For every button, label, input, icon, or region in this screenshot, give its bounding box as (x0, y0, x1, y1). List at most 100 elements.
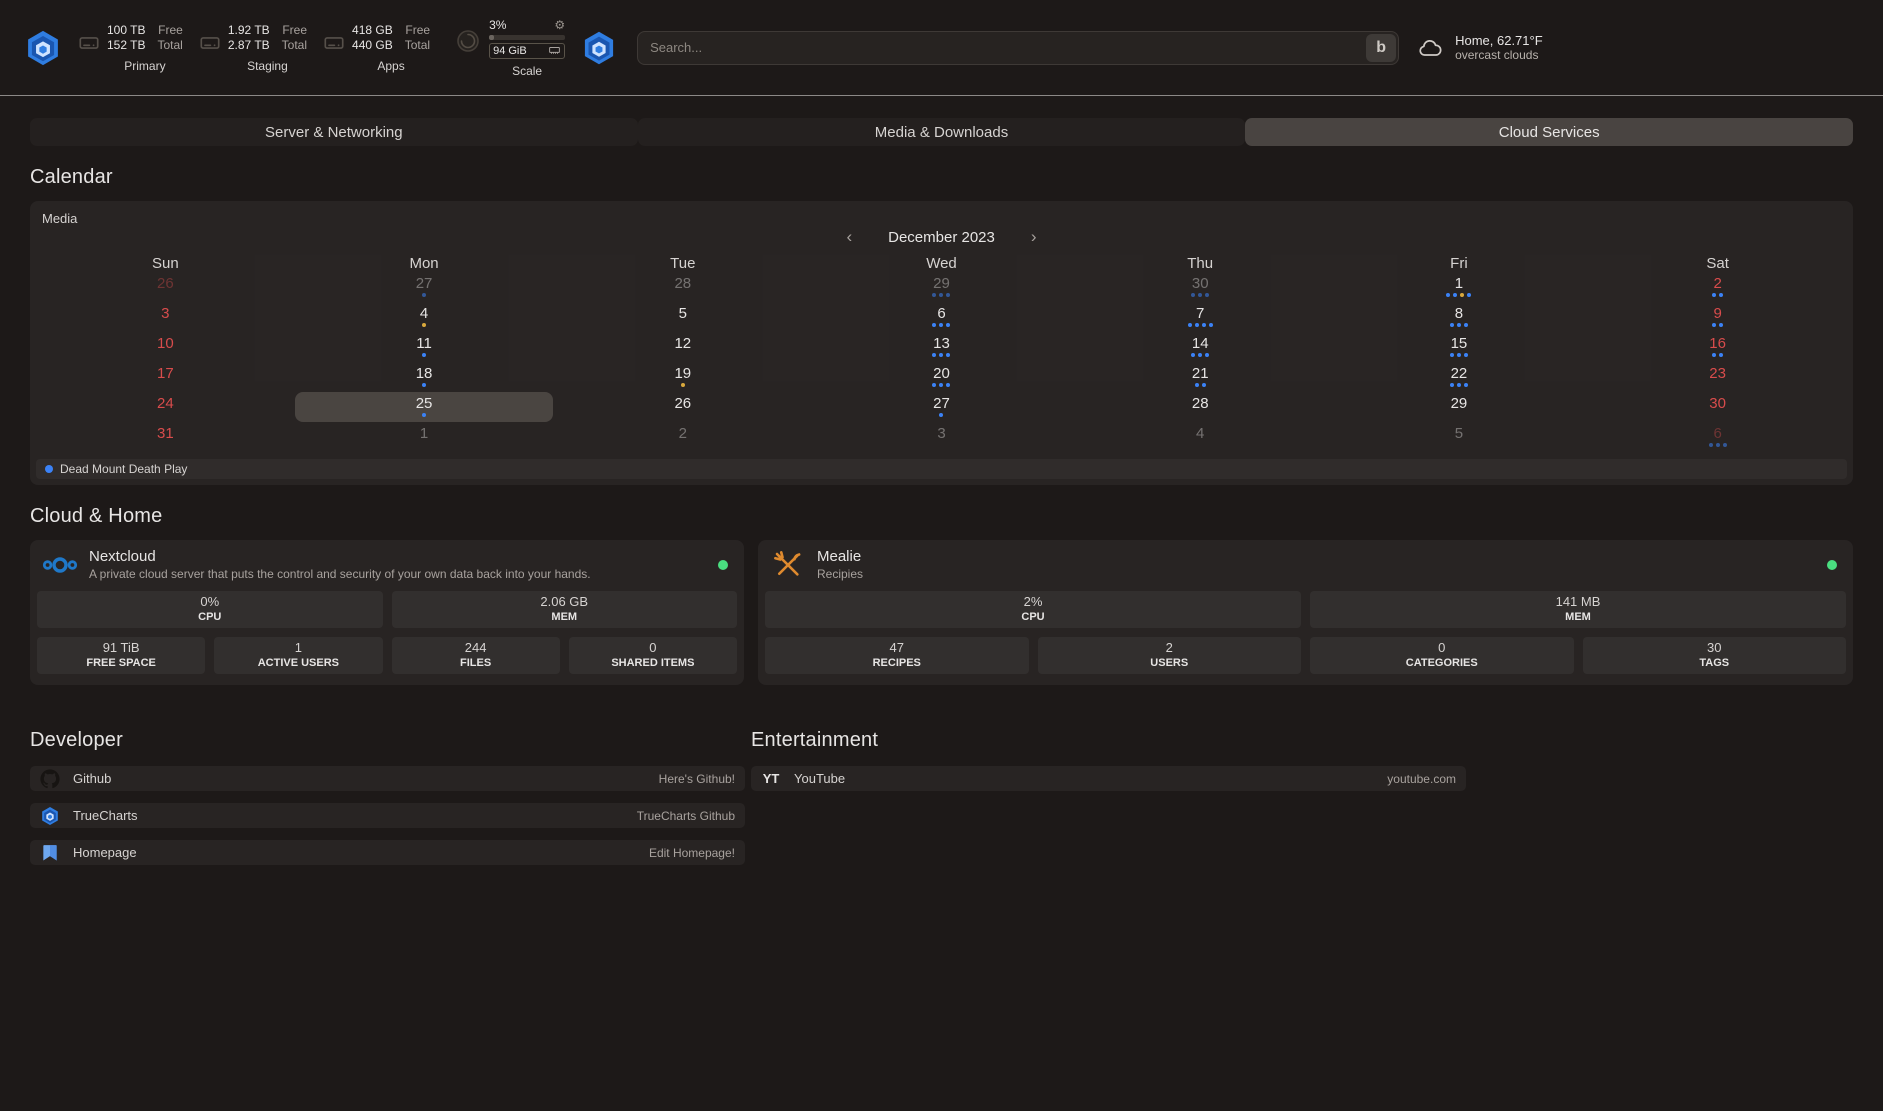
calendar-weekday-header: SunMonTueWedThuFriSat (36, 255, 1847, 272)
calendar-week: 24252627282930 (36, 392, 1847, 422)
calendar-day-9[interactable]: 9 (1588, 302, 1847, 332)
stat-categories: 0CATEGORIES (1310, 637, 1574, 674)
event-dot (946, 323, 950, 327)
calendar-day-16[interactable]: 16 (1588, 332, 1847, 362)
scale-widget-label: Scale (489, 64, 565, 78)
calendar-prev-button[interactable]: ‹ (846, 228, 852, 246)
stat-cpu: 0%CPU (37, 591, 383, 628)
calendar-day-4[interactable]: 4 (295, 302, 554, 332)
mealie-icon (770, 550, 806, 580)
stat-value: 1 (214, 640, 382, 656)
stat-value: 141 MB (1310, 594, 1846, 610)
event-dot (1450, 353, 1454, 357)
calendar-day-28[interactable]: 28 (1071, 392, 1330, 422)
calendar-day-6[interactable]: 6 (812, 302, 1071, 332)
stat-files: 244FILES (392, 637, 560, 674)
event-dot (1191, 353, 1195, 357)
calendar-day-2[interactable]: 2 (1588, 272, 1847, 302)
legend-dot (45, 465, 53, 473)
event-dot (1712, 323, 1716, 327)
calendar-next-button[interactable]: › (1031, 228, 1037, 246)
event-dot (939, 293, 943, 297)
bookmark-groups: Developer Github Here's Github! TrueChar… (30, 729, 1853, 877)
event-dot (1202, 383, 1206, 387)
calendar-day-23[interactable]: 23 (1588, 362, 1847, 392)
memory-usage-box: 94 GiB (489, 43, 565, 59)
calendar-day-18[interactable]: 18 (295, 362, 554, 392)
service-card-nextcloud[interactable]: Nextcloud A private cloud server that pu… (30, 540, 744, 685)
tab-server-networking[interactable]: Server & Networking (30, 118, 638, 146)
calendar-day-4[interactable]: 4 (1071, 422, 1330, 452)
weather-widget[interactable]: Home, 62.71°F overcast clouds (1415, 33, 1543, 62)
weekday-fri: Fri (1330, 255, 1589, 272)
bookmark-description: TrueCharts Github (637, 809, 735, 823)
calendar-day-27[interactable]: 27 (812, 392, 1071, 422)
stat-free-space: 91 TiBFREE SPACE (37, 637, 205, 674)
calendar-day-29[interactable]: 29 (1330, 392, 1589, 422)
calendar-day-22[interactable]: 22 (1330, 362, 1589, 392)
calendar-day-27[interactable]: 27 (295, 272, 554, 302)
weather-condition: overcast clouds (1455, 48, 1543, 62)
tab-cloud-services[interactable]: Cloud Services (1245, 118, 1853, 146)
calendar-day-13[interactable]: 13 (812, 332, 1071, 362)
calendar-day-19[interactable]: 19 (553, 362, 812, 392)
section-title-cloud-home: Cloud & Home (30, 505, 1853, 528)
storage-metric-label: Total (157, 38, 182, 53)
event-dot (681, 383, 685, 387)
calendar-day-31[interactable]: 31 (36, 422, 295, 452)
calendar-day-14[interactable]: 14 (1071, 332, 1330, 362)
calendar-day-26[interactable]: 26 (36, 272, 295, 302)
calendar-day-15[interactable]: 15 (1330, 332, 1589, 362)
calendar-day-5[interactable]: 5 (553, 302, 812, 332)
calendar-day-30[interactable]: 30 (1588, 392, 1847, 422)
service-card-mealie[interactable]: Mealie Recipies 2%CPU141 MBMEM 47RECIPES… (758, 540, 1853, 685)
calendar-day-3[interactable]: 3 (812, 422, 1071, 452)
calendar-day-24[interactable]: 24 (36, 392, 295, 422)
bookmark-homepage[interactable]: Homepage Edit Homepage! (30, 840, 745, 865)
calendar-day-30[interactable]: 30 (1071, 272, 1330, 302)
calendar-day-1[interactable]: 1 (1330, 272, 1589, 302)
calendar-day-20[interactable]: 20 (812, 362, 1071, 392)
calendar-day-1[interactable]: 1 (295, 422, 554, 452)
event-dot (1709, 443, 1713, 447)
storage-widget-name: Primary (107, 59, 183, 73)
bookmark-label: Homepage (73, 845, 137, 860)
service-status-dot (718, 560, 728, 570)
event-dot (1195, 323, 1199, 327)
event-dot (946, 293, 950, 297)
calendar-day-6[interactable]: 6 (1588, 422, 1847, 452)
stat-value: 91 TiB (37, 640, 205, 656)
calendar-day-8[interactable]: 8 (1330, 302, 1589, 332)
tab-media-downloads[interactable]: Media & Downloads (638, 118, 1246, 146)
calendar-day-11[interactable]: 11 (295, 332, 554, 362)
calendar-day-3[interactable]: 3 (36, 302, 295, 332)
storage-widgets: 100 TBFree152 TBTotal Primary 1.92 TBFre… (78, 23, 430, 73)
service-status-dot (1827, 560, 1837, 570)
bookmark-truecharts[interactable]: TrueCharts TrueCharts Github (30, 803, 745, 828)
event-dot (1195, 383, 1199, 387)
calendar-day-26[interactable]: 26 (553, 392, 812, 422)
calendar-day-29[interactable]: 29 (812, 272, 1071, 302)
calendar-day-17[interactable]: 17 (36, 362, 295, 392)
calendar-day-2[interactable]: 2 (553, 422, 812, 452)
bookmark-youtube[interactable]: YT YouTube youtube.com (751, 766, 1466, 791)
weather-location: Home, 62.71°F (1455, 33, 1543, 48)
gear-icon[interactable]: ⚙ (554, 19, 565, 31)
calendar-day-28[interactable]: 28 (553, 272, 812, 302)
event-dot (1205, 293, 1209, 297)
calendar-day-25[interactable]: 25 (295, 392, 554, 422)
event-dot (422, 293, 426, 297)
memory-icon (548, 44, 561, 57)
search-provider-button[interactable]: b (1366, 34, 1396, 62)
bookmark-github[interactable]: Github Here's Github! (30, 766, 745, 791)
calendar-day-5[interactable]: 5 (1330, 422, 1589, 452)
calendar-day-10[interactable]: 10 (36, 332, 295, 362)
search-input[interactable] (637, 31, 1399, 65)
service-stats-primary: 0%CPU2.06 GBMEM (30, 591, 744, 628)
calendar-day-7[interactable]: 7 (1071, 302, 1330, 332)
stat-cpu: 2%CPU (765, 591, 1301, 628)
calendar-grid: 2627282930123456789101112131415161718192… (36, 272, 1847, 452)
calendar-day-12[interactable]: 12 (553, 332, 812, 362)
calendar-day-21[interactable]: 21 (1071, 362, 1330, 392)
stat-label: SHARED ITEMS (569, 657, 737, 670)
